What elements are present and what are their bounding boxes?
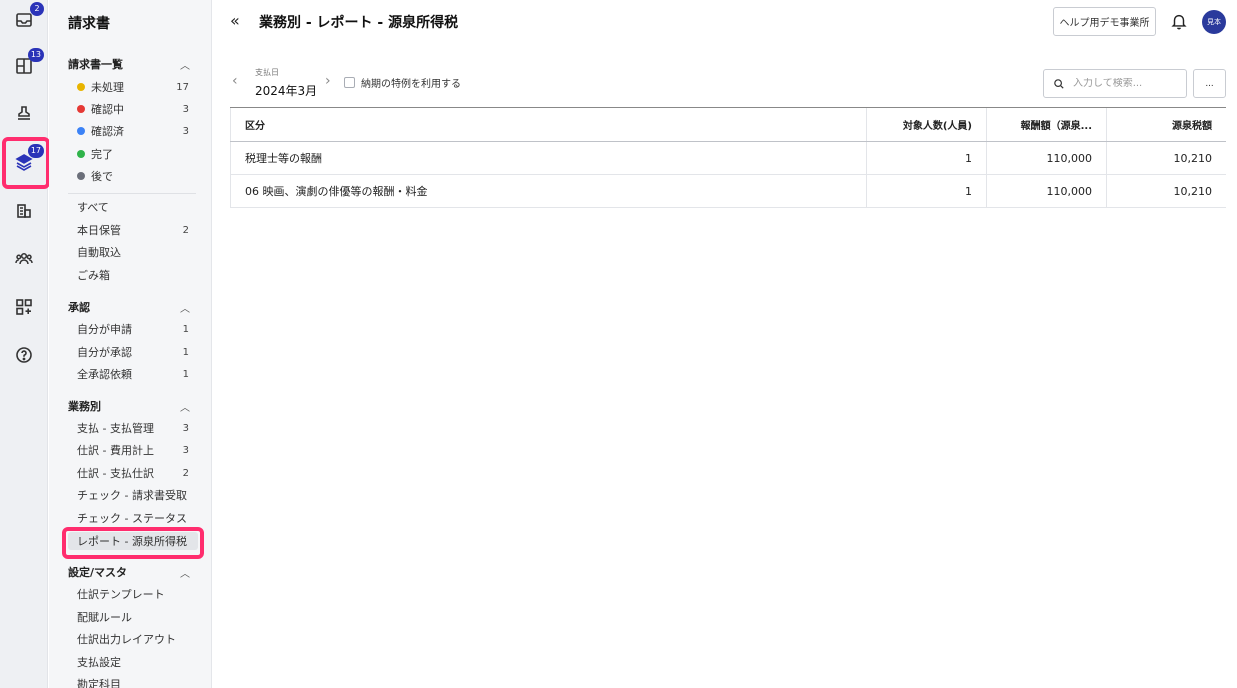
grid-plus-icon[interactable]: 13	[8, 48, 44, 82]
sidebar-item-trash[interactable]: ごみ箱	[77, 266, 189, 284]
sidebar-item-payment-settings[interactable]: 支払設定	[77, 653, 189, 671]
sidebar: 請求書 請求書一覧 ︿ 未処理 17 確認中 3 確認済 3 完了 後で すべて…	[49, 0, 212, 688]
more-options-button[interactable]: ...	[1193, 69, 1226, 98]
table-cell: 1	[866, 175, 986, 207]
table-cell: 110,000	[986, 175, 1106, 207]
column-header[interactable]: 対象人数(人員)	[866, 108, 986, 141]
date-value[interactable]: 2024年3月	[255, 82, 317, 99]
checkbox-box[interactable]	[344, 77, 355, 88]
column-header[interactable]: 源泉税額	[1106, 108, 1226, 141]
section-by-task[interactable]: 業務別 ︿	[68, 398, 190, 414]
people-icon[interactable]	[8, 243, 40, 275]
inbox-badge: 2	[30, 2, 44, 16]
building-icon[interactable]	[8, 195, 40, 227]
table-header-row: 区分 対象人数(人員) 報酬額（源泉... 源泉税額	[230, 108, 1226, 142]
section-invoice-list[interactable]: 請求書一覧 ︿	[68, 56, 190, 72]
table-cell: 税理士等の報酬	[230, 142, 866, 174]
section-settings[interactable]: 設定/マスタ ︿	[68, 564, 190, 580]
table-cell: 10,210	[1106, 142, 1226, 174]
table-cell: 1	[866, 142, 986, 174]
status-dot	[77, 172, 85, 180]
sidebar-item-journal-layout[interactable]: 仕訳出力レイアウト	[77, 630, 189, 648]
search-icon	[1054, 78, 1064, 89]
table-cell: 06 映画、演劇の俳優等の報酬・料金	[230, 175, 866, 207]
table-cell: 110,000	[986, 142, 1106, 174]
sidebar-item-checked[interactable]: 確認済 3	[77, 122, 189, 140]
sidebar-item-all[interactable]: すべて	[77, 198, 189, 216]
table-row[interactable]: 06 映画、演劇の俳優等の報酬・料金 1 110,000 10,210	[230, 175, 1226, 208]
status-dot	[77, 150, 85, 158]
next-month-icon[interactable]: ›	[325, 73, 331, 89]
search-input[interactable]	[1073, 78, 1173, 89]
section-approval[interactable]: 承認 ︿	[68, 299, 190, 315]
sidebar-item-account-titles[interactable]: 勘定科目	[77, 675, 189, 688]
grid-badge: 13	[27, 48, 44, 62]
sidebar-item-payment-management[interactable]: 支払 - 支払管理 3	[77, 419, 189, 437]
sidebar-item-my-requests[interactable]: 自分が申請 1	[77, 320, 189, 338]
active-highlight-box	[62, 527, 204, 559]
sidebar-item-checking[interactable]: 確認中 3	[77, 100, 189, 118]
avatar[interactable]: 見本	[1202, 10, 1226, 34]
special-payment-checkbox[interactable]: 納期の特例を利用する	[344, 75, 461, 90]
sidebar-item-journal-template[interactable]: 仕訳テンプレート	[77, 585, 189, 603]
sidebar-item-expense-entry[interactable]: 仕訳 - 費用計上 3	[77, 441, 189, 459]
chevron-up-icon[interactable]: ︿	[180, 57, 190, 72]
rail-highlight-box	[2, 137, 50, 189]
chevron-up-icon[interactable]: ︿	[180, 300, 190, 315]
table-cell: 10,210	[1106, 175, 1226, 207]
sidebar-item-all-approvals[interactable]: 全承認依頼 1	[77, 365, 189, 383]
withholding-table: 区分 対象人数(人員) 報酬額（源泉... 源泉税額 税理士等の報酬 1 110…	[230, 107, 1226, 208]
chevron-up-icon[interactable]: ︿	[180, 399, 190, 414]
status-dot	[77, 83, 85, 91]
stamp-icon[interactable]	[8, 98, 40, 130]
column-header[interactable]: 区分	[230, 108, 866, 141]
sidebar-item-stored-today[interactable]: 本日保管 2	[77, 221, 189, 239]
bell-icon[interactable]	[1170, 12, 1188, 30]
sidebar-item-check-receipt[interactable]: チェック - 請求書受取	[77, 486, 189, 504]
sidebar-item-my-approvals[interactable]: 自分が承認 1	[77, 343, 189, 361]
divider	[68, 193, 196, 194]
icon-rail: 2 13 17	[0, 0, 50, 688]
sidebar-item-auto-import[interactable]: 自動取込	[77, 243, 189, 261]
page-title: 業務別 - レポート - 源泉所得税	[259, 15, 459, 31]
sidebar-item-payment-entry[interactable]: 仕訳 - 支払仕訳 2	[77, 464, 189, 482]
sidebar-item-unprocessed[interactable]: 未処理 17	[77, 78, 189, 96]
sidebar-item-allocation-rule[interactable]: 配賦ルール	[77, 608, 189, 626]
search-box[interactable]	[1043, 69, 1187, 98]
date-label: 支払日	[255, 68, 279, 77]
sidebar-item-later[interactable]: 後で	[77, 167, 189, 185]
status-dot	[77, 127, 85, 135]
chevron-up-icon[interactable]: ︿	[180, 565, 190, 580]
inbox-icon[interactable]: 2	[8, 2, 44, 36]
table-row[interactable]: 税理士等の報酬 1 110,000 10,210	[230, 142, 1226, 175]
help-demo-button[interactable]: ヘルプ用デモ事業所	[1053, 7, 1156, 36]
apps-add-icon[interactable]	[8, 291, 40, 323]
sidebar-item-completed[interactable]: 完了	[77, 145, 189, 163]
help-circle-icon[interactable]	[8, 339, 40, 371]
app-title: 請求書	[68, 16, 110, 32]
status-dot	[77, 105, 85, 113]
column-header[interactable]: 報酬額（源泉...	[986, 108, 1106, 141]
checkbox-label: 納期の特例を利用する	[361, 79, 461, 90]
prev-month-icon[interactable]: ‹	[232, 73, 238, 89]
collapse-sidebar-icon[interactable]: «	[230, 11, 240, 30]
sidebar-item-check-status[interactable]: チェック - ステータス	[77, 509, 189, 527]
